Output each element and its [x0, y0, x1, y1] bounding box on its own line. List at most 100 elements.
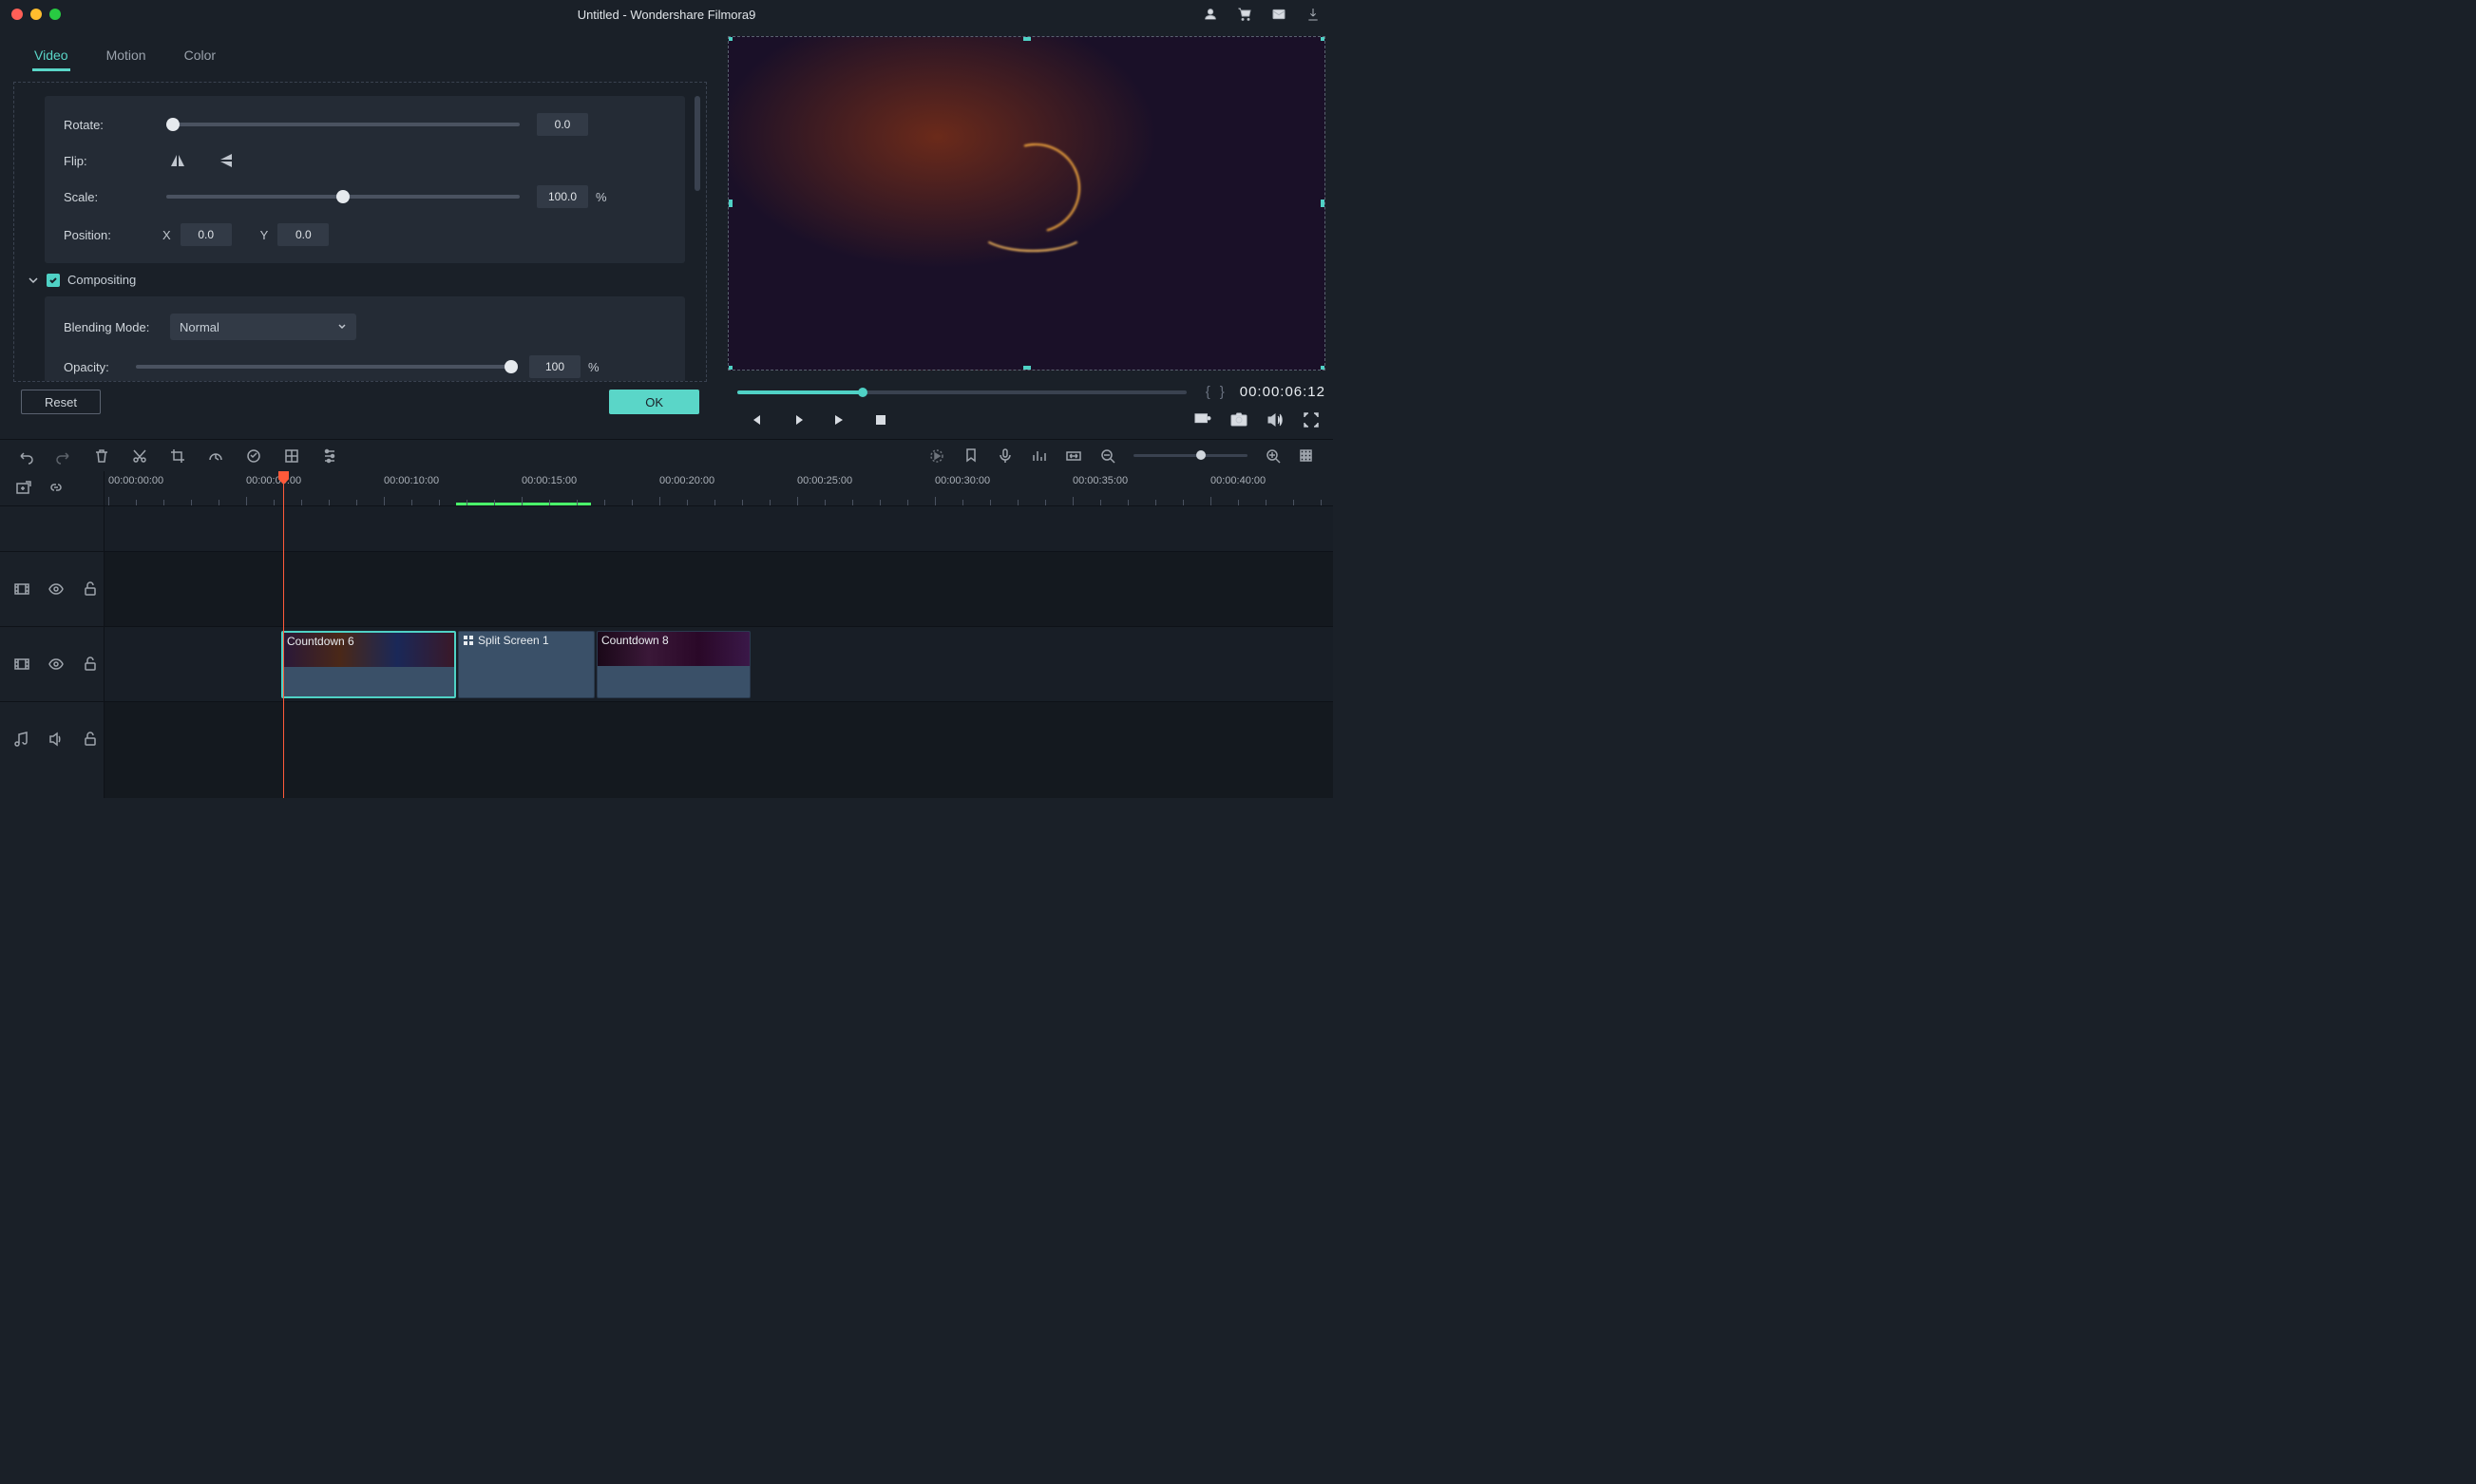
delete-icon[interactable]	[93, 447, 110, 465]
titlebar: Untitled - Wondershare Filmora9	[0, 0, 1333, 29]
compositing-header[interactable]: Compositing	[28, 273, 685, 287]
opacity-unit: %	[588, 360, 600, 374]
rotate-slider[interactable]	[166, 123, 520, 126]
visibility-icon[interactable]	[48, 580, 65, 598]
rotate-input[interactable]	[537, 113, 588, 136]
ok-button[interactable]: OK	[609, 390, 699, 414]
mark-in-icon[interactable]: {	[1206, 384, 1210, 400]
lock-icon[interactable]	[82, 731, 99, 748]
audio-track[interactable]	[105, 701, 1333, 776]
position-label: Position:	[64, 228, 166, 242]
marker-icon[interactable]	[962, 447, 980, 465]
volume-icon[interactable]	[1267, 411, 1284, 428]
reset-button[interactable]: Reset	[21, 390, 101, 414]
properties-panel: Video Motion Color Rotate: Flip: Scale:	[0, 29, 720, 439]
pos-x-label: X	[162, 228, 171, 242]
timeline-tracks[interactable]: 00:00:00:0000:00:05:0000:00:10:0000:00:1…	[105, 471, 1333, 798]
opacity-input[interactable]	[529, 355, 581, 378]
link-icon[interactable]	[48, 480, 65, 497]
adjust-icon[interactable]	[321, 447, 338, 465]
stop-button[interactable]	[872, 411, 889, 428]
pos-x-input[interactable]	[181, 223, 232, 246]
mark-out-icon[interactable]: }	[1220, 384, 1225, 400]
resize-handle[interactable]	[1321, 36, 1325, 41]
minimize-window[interactable]	[30, 9, 42, 20]
playhead[interactable]	[283, 471, 284, 798]
blend-mode-select[interactable]: Normal	[170, 314, 356, 340]
preview-panel: { } 00:00:06:12	[720, 29, 1333, 439]
blend-label: Blending Mode:	[64, 320, 170, 334]
scale-input[interactable]	[537, 185, 588, 208]
color-icon[interactable]	[245, 447, 262, 465]
preview-viewport[interactable]	[728, 36, 1325, 371]
video-track-1[interactable]: Countdown 6Split Screen 1Countdown 8	[105, 626, 1333, 701]
scale-unit: %	[596, 190, 607, 204]
mail-icon[interactable]	[1270, 6, 1287, 23]
cart-icon[interactable]	[1236, 6, 1253, 23]
property-tabs: Video Motion Color	[13, 38, 707, 72]
preview-scrubber[interactable]	[737, 390, 1187, 394]
audio-mixer-icon[interactable]	[1031, 447, 1048, 465]
flip-label: Flip:	[64, 154, 166, 168]
resize-handle[interactable]	[1321, 366, 1325, 371]
zoom-in-icon[interactable]	[1265, 447, 1282, 465]
flip-horizontal-button[interactable]	[166, 151, 189, 170]
timeline-clip[interactable]: Split Screen 1	[458, 631, 595, 698]
cut-icon[interactable]	[131, 447, 148, 465]
zoom-slider[interactable]	[1133, 454, 1248, 457]
resize-handle[interactable]	[728, 366, 733, 371]
resize-handle[interactable]	[728, 36, 733, 41]
visibility-icon[interactable]	[48, 656, 65, 673]
track-header-video1	[0, 626, 104, 701]
account-icon[interactable]	[1202, 6, 1219, 23]
snapshot-icon[interactable]	[1230, 411, 1248, 428]
timeline-clip[interactable]: Countdown 6	[281, 631, 456, 698]
mute-icon[interactable]	[48, 731, 65, 748]
add-track-icon[interactable]	[15, 480, 32, 497]
filmstrip-icon	[13, 580, 30, 598]
fullscreen-icon[interactable]	[1303, 411, 1320, 428]
pos-y-input[interactable]	[277, 223, 329, 246]
track-header-empty	[0, 505, 104, 551]
resize-handle[interactable]	[1023, 36, 1031, 41]
render-icon[interactable]	[928, 447, 945, 465]
lock-icon[interactable]	[82, 580, 99, 598]
music-icon	[13, 731, 30, 748]
scale-slider[interactable]	[166, 195, 520, 199]
resize-handle[interactable]	[728, 200, 733, 207]
quality-icon[interactable]	[1194, 411, 1211, 428]
chevron-down-icon	[337, 322, 347, 332]
maximize-window[interactable]	[49, 9, 61, 20]
blend-mode-value: Normal	[180, 320, 219, 334]
tab-color[interactable]: Color	[182, 42, 218, 71]
resize-handle[interactable]	[1321, 200, 1325, 207]
next-frame-button[interactable]	[830, 411, 848, 428]
voiceover-icon[interactable]	[997, 447, 1014, 465]
transform-section: Rotate: Flip: Scale: % Position:	[45, 96, 685, 263]
fit-icon[interactable]	[1065, 447, 1082, 465]
flip-vertical-button[interactable]	[216, 151, 238, 170]
timeline-view-icon[interactable]	[1299, 447, 1316, 465]
timeline-clip[interactable]: Countdown 8	[597, 631, 751, 698]
tab-video[interactable]: Video	[32, 42, 70, 71]
speed-icon[interactable]	[207, 447, 224, 465]
video-track-2[interactable]	[105, 551, 1333, 626]
compositing-checkbox[interactable]	[47, 274, 60, 287]
crop-icon[interactable]	[169, 447, 186, 465]
track-spacer	[105, 505, 1333, 551]
zoom-out-icon[interactable]	[1099, 447, 1116, 465]
green-screen-icon[interactable]	[283, 447, 300, 465]
opacity-slider[interactable]	[136, 365, 512, 369]
window-controls	[11, 9, 61, 20]
redo-icon[interactable]	[55, 447, 72, 465]
undo-icon[interactable]	[17, 447, 34, 465]
download-icon[interactable]	[1305, 6, 1322, 23]
compositing-section: Blending Mode: Normal Opacity: %	[45, 296, 685, 382]
play-button[interactable]	[789, 411, 806, 428]
close-window[interactable]	[11, 9, 23, 20]
prev-frame-button[interactable]	[747, 411, 764, 428]
resize-handle[interactable]	[1023, 366, 1031, 371]
lock-icon[interactable]	[82, 656, 99, 673]
compositing-title: Compositing	[67, 273, 136, 287]
tab-motion[interactable]: Motion	[105, 42, 148, 71]
